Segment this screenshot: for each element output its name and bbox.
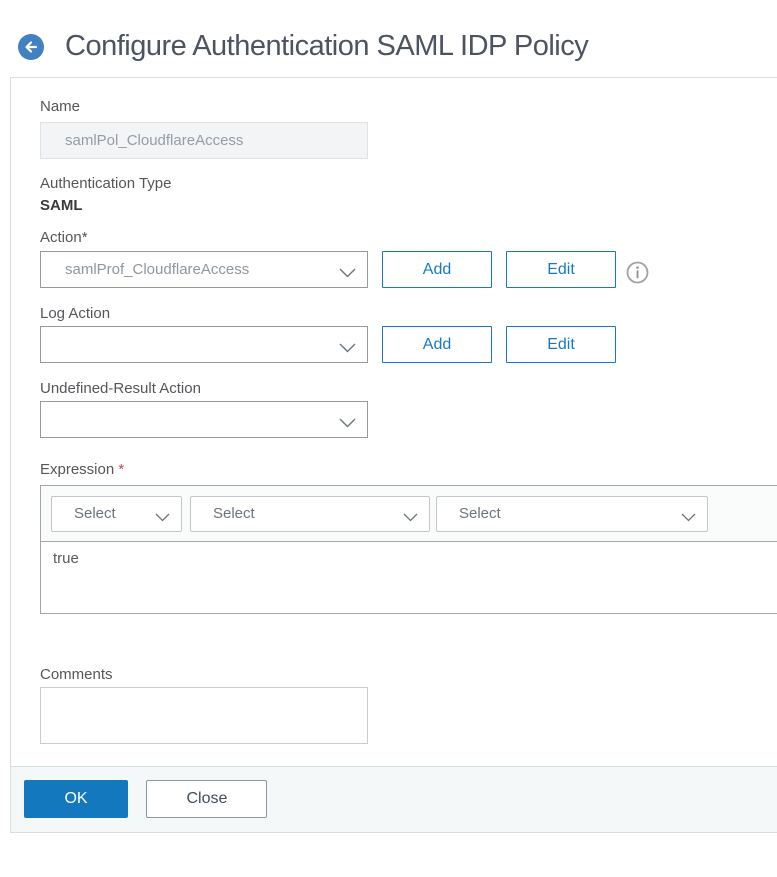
undefined-result-action-select[interactable] — [40, 401, 368, 438]
authentication-type-value: SAML — [40, 197, 83, 214]
name-input — [40, 122, 368, 159]
name-label: Name — [40, 98, 81, 115]
log-action-edit-button[interactable]: Edit — [506, 326, 616, 363]
page-title: Configure Authentication SAML IDP Policy — [65, 30, 589, 62]
chevron-down-icon — [339, 340, 356, 357]
expression-operand-select-3[interactable]: Select — [436, 495, 708, 532]
chevron-down-icon — [339, 415, 356, 432]
ok-button[interactable]: OK — [24, 780, 128, 818]
arrow-left-icon — [23, 39, 39, 55]
chevron-down-icon — [403, 509, 418, 526]
log-action-select[interactable] — [40, 326, 368, 363]
expression-operand-select-1-value: Select — [74, 505, 116, 522]
action-add-button[interactable]: Add — [382, 251, 492, 288]
comments-label: Comments — [40, 666, 113, 683]
expression-editor: Select Select Select true — [40, 485, 777, 614]
form-footer: OK Close — [11, 766, 777, 832]
log-action-label: Log Action — [40, 305, 111, 322]
action-select-value: samlProf_CloudflareAccess — [65, 261, 250, 278]
required-asterisk: * — [118, 461, 125, 478]
back-button[interactable] — [18, 33, 44, 60]
expression-operand-select-2-value: Select — [213, 505, 255, 522]
authentication-type-label: Authentication Type — [40, 175, 172, 192]
action-select[interactable]: samlProf_CloudflareAccess — [40, 251, 368, 288]
expression-operand-select-1[interactable]: Select — [51, 495, 182, 532]
action-label: Action* — [40, 229, 88, 246]
expression-label-text: Expression — [40, 461, 115, 478]
info-icon[interactable] — [626, 261, 649, 284]
expression-input[interactable]: true — [41, 542, 777, 613]
expression-operand-select-3-value: Select — [459, 505, 501, 522]
log-action-add-button[interactable]: Add — [382, 326, 492, 363]
expression-label: Expression * — [40, 461, 777, 479]
page-header: Configure Authentication SAML IDP Policy — [0, 0, 777, 63]
comments-input[interactable] — [40, 687, 368, 744]
form-content: Name Authentication Type SAML Action* sa… — [11, 78, 777, 744]
form-panel: Name Authentication Type SAML Action* sa… — [10, 77, 777, 833]
chevron-down-icon — [339, 265, 356, 282]
action-edit-button[interactable]: Edit — [506, 251, 616, 288]
expression-operand-select-2[interactable]: Select — [190, 495, 430, 532]
chevron-down-icon — [155, 509, 170, 526]
chevron-down-icon — [681, 509, 696, 526]
expression-toolbar: Select Select Select — [41, 486, 777, 542]
close-button[interactable]: Close — [146, 780, 268, 818]
undefined-result-action-label: Undefined-Result Action — [40, 380, 201, 397]
